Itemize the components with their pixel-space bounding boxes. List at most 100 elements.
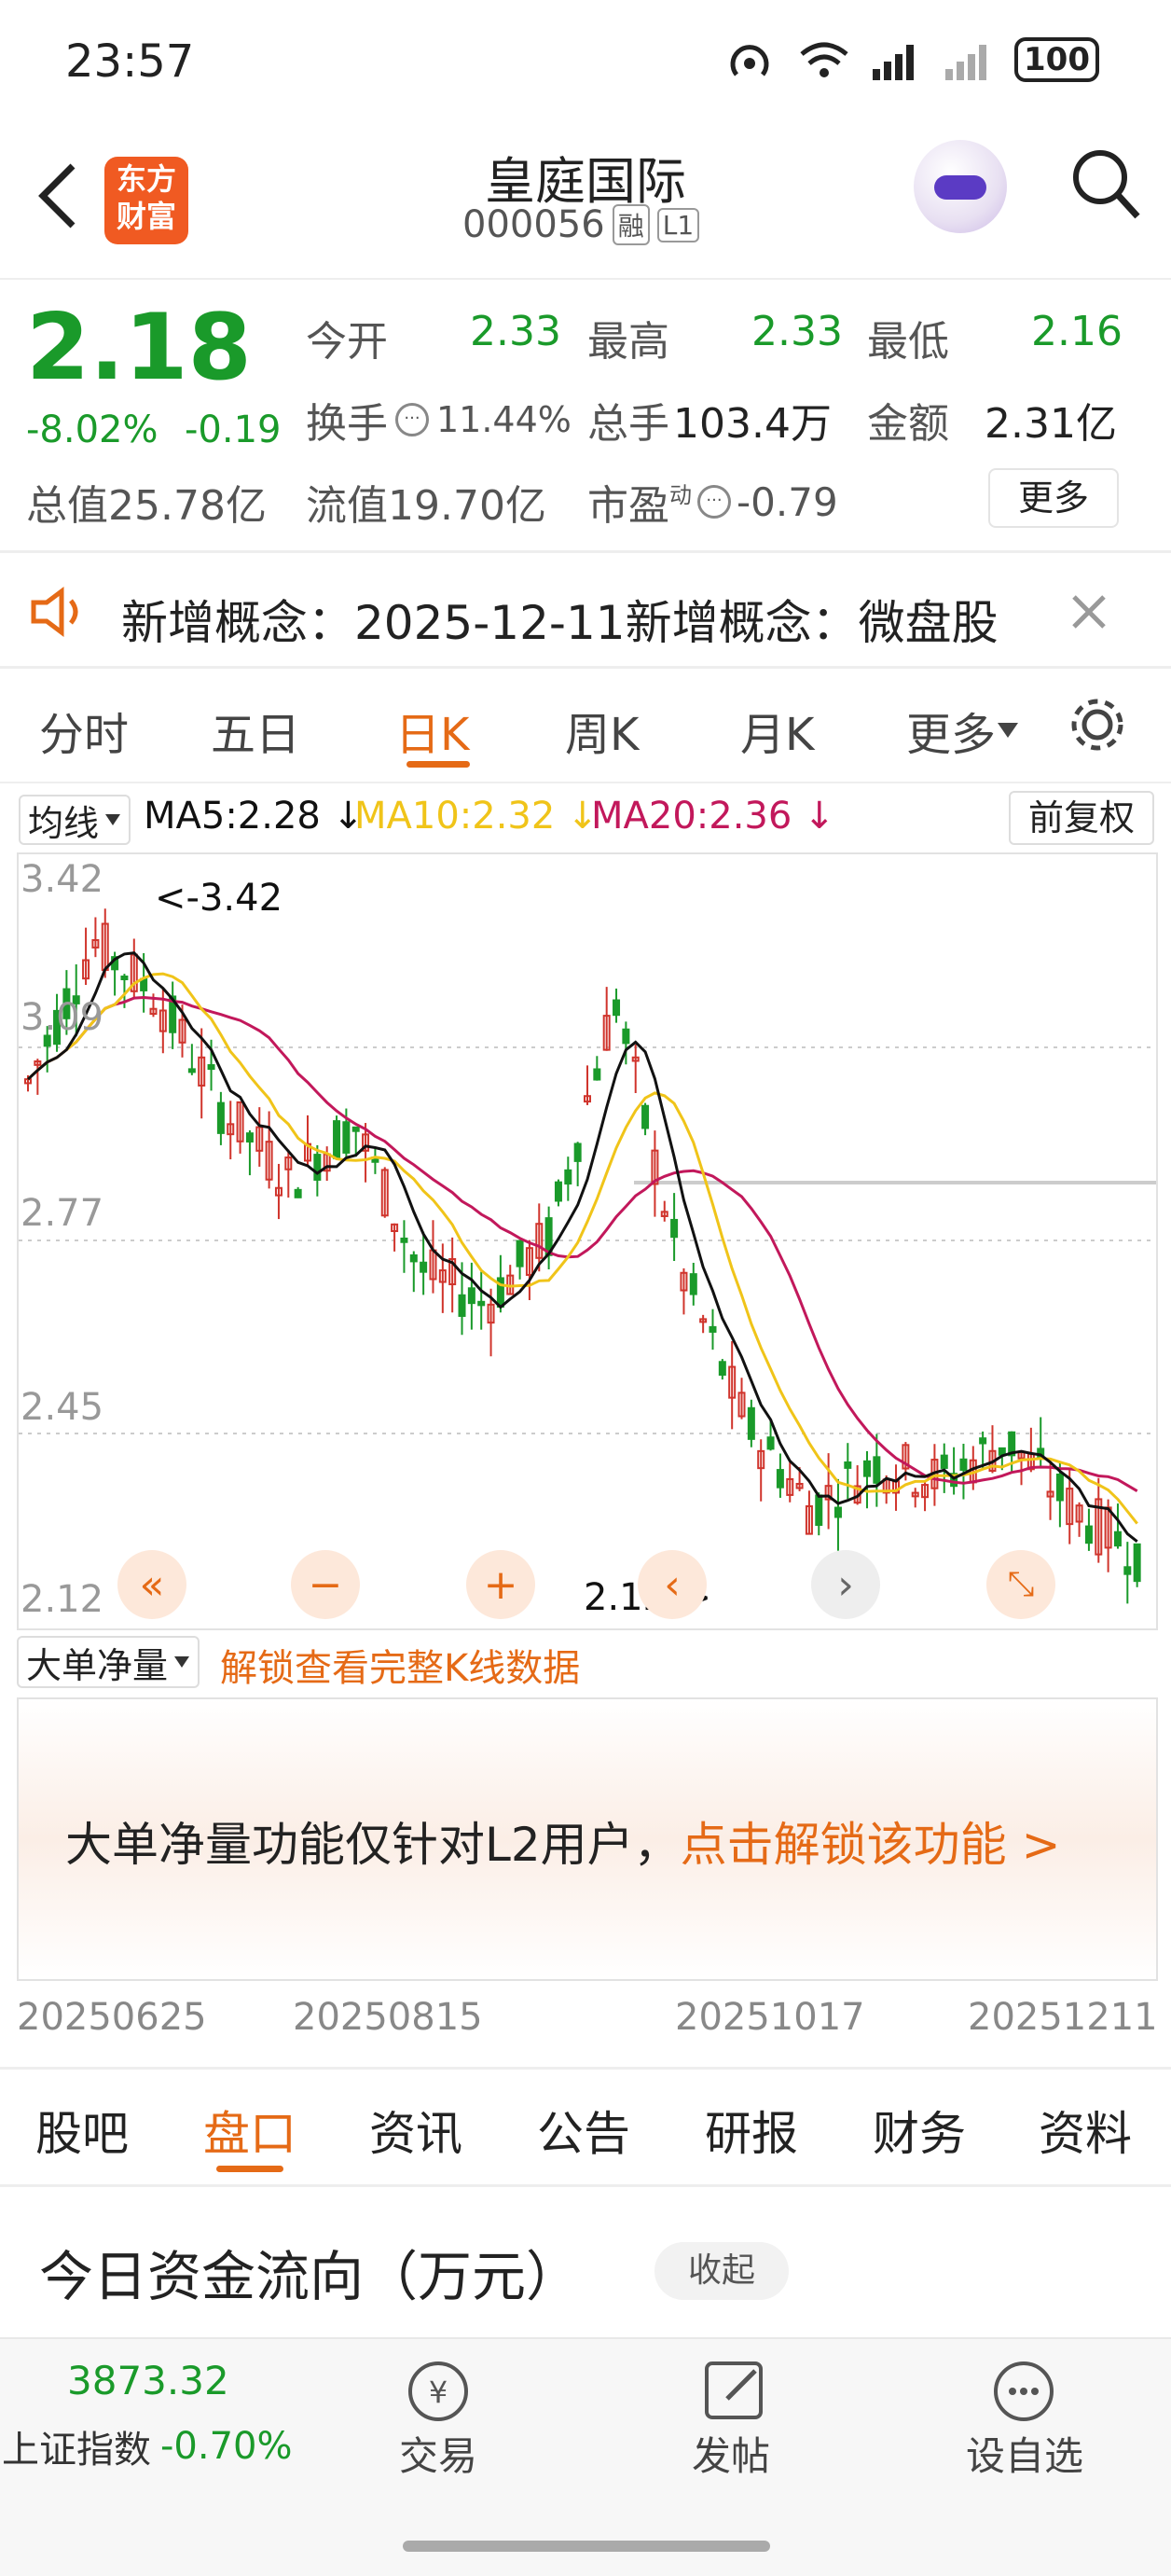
unlock-kline-link[interactable]: 解锁查看完整K线数据 [220,1638,580,1692]
watchlist-label[interactable]: 设自选 [966,2425,1083,2482]
l2-unlock-link[interactable]: 点击解锁该功能 > [681,1818,1061,1872]
candle-body [833,1506,842,1518]
signal-2-icon [945,45,986,80]
candle-body [333,1120,341,1159]
more-quote-button[interactable]: 更多 [988,468,1119,528]
pe-row: 市盈 动 ··· -0.79 [587,472,838,532]
candle-body [516,1240,524,1267]
tab-order-book[interactable]: 盘口 [203,2097,296,2164]
tab-five-day[interactable]: 五日 [211,698,300,763]
pe-sup: 动 [669,481,692,508]
tab-research[interactable]: 研报 [705,2097,798,2164]
tab-more[interactable]: 更多 [906,698,1020,763]
current-price: 2.18 [26,295,252,401]
info-icon[interactable]: ··· [697,485,731,519]
index-info[interactable]: 上证指数 -0.70% [2,2419,293,2473]
candle-body [593,1068,601,1081]
tab-weekly-k[interactable]: 周K [565,698,639,763]
scroll-right-button[interactable]: › [811,1550,880,1619]
post-icon[interactable] [697,2354,772,2429]
trade-label[interactable]: 交易 [399,2425,477,2482]
index-name: 上证指数 [2,2429,151,2472]
fullscreen-button[interactable]: ⤡ [986,1550,1055,1619]
info-icon[interactable]: ··· [395,403,429,436]
close-icon[interactable] [1070,593,1108,630]
candle-body [815,1494,823,1527]
candle-body [844,1461,852,1469]
candle-body [776,1469,784,1489]
battery-icon: 100 [1014,37,1099,82]
ma-selector[interactable]: 均线 [19,795,131,845]
candle-body [959,1458,968,1471]
low-label: 最低 [867,318,949,366]
tab-news[interactable]: 资讯 [369,2097,462,2164]
ma10-readout: MA10:2.32 ↓ [354,795,599,838]
candle-body [467,1287,475,1305]
settings-gear-icon[interactable] [1067,694,1128,755]
robot-assistant-icon[interactable] [914,140,1007,233]
tab-announcements[interactable]: 公告 [537,2097,630,2164]
search-icon[interactable] [1070,147,1141,222]
margin-badge: 融 [612,204,650,245]
candle-body [207,1064,215,1071]
high-label: 最高 [587,318,669,366]
candle-body [670,1218,679,1239]
float-market-cap: 流值19.70亿 [306,482,546,530]
low-value: 2.16 [1031,308,1123,355]
stock-code: 000056 [462,203,605,246]
tab-monthly-k[interactable]: 月K [740,698,814,763]
zoom-out-button[interactable]: − [291,1550,360,1619]
hotspot-icon [730,45,769,76]
max-price-label: <-3.42 [155,877,283,920]
dropdown-arrow-icon [105,814,121,825]
tab-profile[interactable]: 资料 [1039,2097,1132,2164]
candle-body [400,1237,408,1243]
candle-body [1084,1525,1093,1544]
date-label-4: 20251211 [968,1996,1158,2039]
section-tab-indicator [216,2166,283,2172]
scroll-left-fast-button[interactable]: « [117,1550,186,1619]
notice-text[interactable]: 新增概念：2025-12-11新增概念：微盘股 [121,586,999,653]
candle-body [863,1460,871,1477]
y-tick-2: 3.09 [21,996,104,1039]
ma-line [26,972,1138,1525]
index-value[interactable]: 3873.32 [67,2358,229,2403]
tab-forum[interactable]: 股吧 [35,2097,129,2164]
high-value: 2.33 [751,308,843,355]
trade-icon[interactable]: ¥ [401,2354,475,2429]
candle-body [998,1447,1006,1456]
ma5-readout: MA5:2.28 ↓ [144,795,365,838]
collapse-button[interactable]: 收起 [654,2242,789,2300]
tab-daily-k[interactable]: 日K [395,698,469,763]
zoom-in-button[interactable]: + [466,1550,535,1619]
turnover-label: 换手 [306,400,388,448]
kline-chart[interactable] [17,852,1158,1630]
tab-financials[interactable]: 财务 [873,2097,966,2164]
volume-label: 总手 [587,400,669,448]
candle-body [747,1406,755,1440]
tab-intraday[interactable]: 分时 [39,698,129,763]
adjust-button[interactable]: 前复权 [1009,791,1154,845]
wifi-icon [800,42,848,77]
ma20-readout: MA20:2.36 ↓ [591,795,835,838]
post-label[interactable]: 发帖 [692,2425,770,2482]
market-cap: 总值25.78亿 [26,482,267,530]
volume-value: 103.4万 [673,400,832,448]
date-label-1: 20250625 [17,1996,207,2039]
dropdown-arrow-icon [174,1656,190,1668]
stock-code-row: 000056 融 L1 [462,203,700,246]
candle-body [409,1253,418,1263]
change-percent: -8.02% [26,409,158,451]
candle-body [940,1454,948,1469]
y-tick-4: 2.45 [21,1386,104,1429]
candle-body [420,1261,428,1273]
turnover-row: 换手 ··· 11.44% [306,390,572,450]
sub-indicator-selector[interactable]: 大单净量 [17,1636,200,1688]
candle-body [351,1126,360,1132]
scroll-left-button[interactable]: ‹ [638,1550,707,1619]
level-badge: L1 [656,207,700,242]
y-tick-min: 2.12 [21,1578,104,1621]
candle-body [641,1104,650,1129]
more-dots-icon[interactable] [986,2354,1061,2429]
candle-body [689,1273,697,1295]
